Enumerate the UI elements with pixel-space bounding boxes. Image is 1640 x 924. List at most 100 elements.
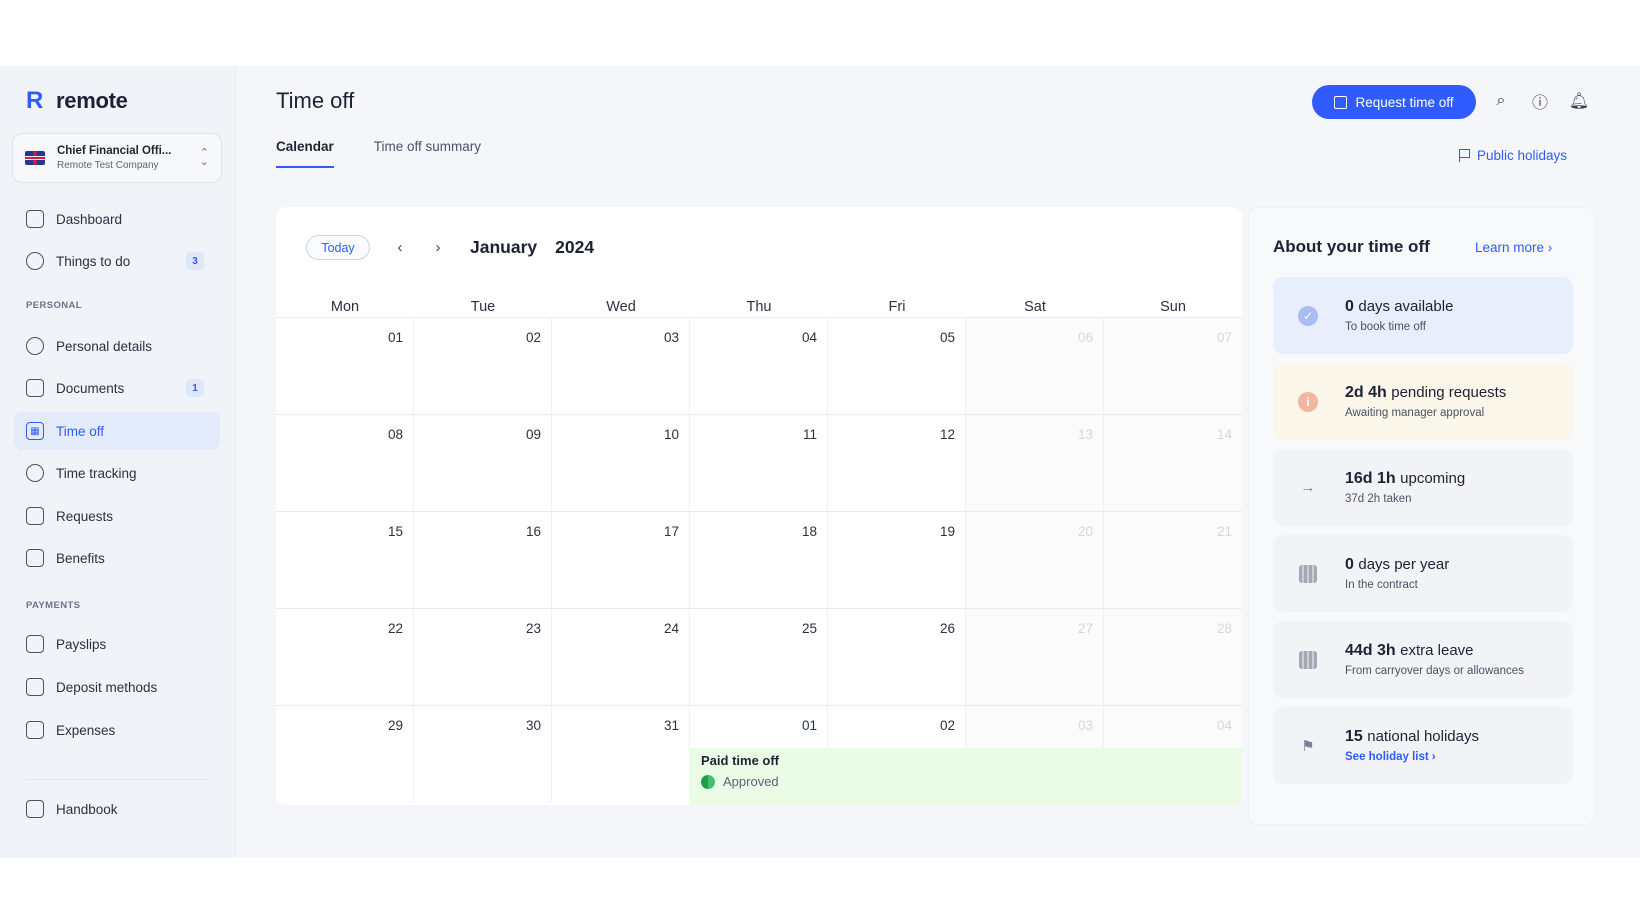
sidebar-item-dashboard[interactable]: Dashboard <box>14 200 220 238</box>
calendar-day-cell[interactable]: 16 <box>414 511 552 608</box>
sidebar-item-things-to-do[interactable]: Things to do 3 <box>14 242 220 280</box>
calendar-day-cell[interactable]: 01 <box>276 317 414 414</box>
calendar-day-cell[interactable]: 28 <box>1104 608 1242 705</box>
sidebar-item-deposit-methods[interactable]: Deposit methods <box>14 668 220 706</box>
event-status-label: Approved <box>723 774 779 789</box>
day-number: 02 <box>525 330 541 345</box>
tab-time-off-summary[interactable]: Time off summary <box>374 139 481 168</box>
card-label: days per year <box>1358 556 1450 573</box>
learn-more-link[interactable]: Learn more › <box>1475 240 1552 255</box>
payslip-icon <box>26 635 44 653</box>
sidebar-item-label: Dashboard <box>56 211 123 227</box>
help-icon[interactable]: ⓘ <box>1529 90 1551 112</box>
days-available-card: ✓ 0 days available To book time off <box>1273 277 1573 354</box>
chevron-left-icon[interactable]: ‹ <box>392 239 408 256</box>
calendar-day-cell[interactable]: 04 <box>690 317 828 414</box>
public-holidays-label: Public holidays <box>1477 148 1568 163</box>
calendar-day-cell[interactable]: 07 <box>1104 317 1242 414</box>
section-label-payments: PAYMENTS <box>26 600 81 611</box>
calendar-day-cell[interactable]: 29 <box>276 705 414 802</box>
card-value: 16d 1h <box>1345 470 1396 487</box>
sidebar-item-payslips[interactable]: Payslips <box>14 625 220 663</box>
account-switcher[interactable]: Chief Financial Offi... Remote Test Comp… <box>12 133 222 183</box>
check-icon: ✓ <box>1289 297 1327 335</box>
card-subtitle: To book time off <box>1345 321 1426 333</box>
day-number: 03 <box>663 330 679 345</box>
sidebar-item-label: Time tracking <box>56 465 137 481</box>
calendar-day-cell[interactable]: 25 <box>690 608 828 705</box>
calendar-day-cell[interactable]: 09 <box>414 414 552 511</box>
calendar-day-cell[interactable]: 22 <box>276 608 414 705</box>
time-off-event[interactable]: Paid time off Approved <box>689 748 1242 805</box>
day-number: 01 <box>387 330 403 345</box>
bell-icon[interactable]: 🔔︎ <box>1568 90 1590 112</box>
card-label: upcoming <box>1400 470 1466 487</box>
calendar-day-cell[interactable]: 05 <box>828 317 966 414</box>
calendar-day-cell[interactable]: 03 <box>552 317 690 414</box>
calendar-day-cell[interactable]: 18 <box>690 511 828 608</box>
sidebar-item-benefits[interactable]: Benefits <box>14 539 220 577</box>
calendar-day-cell[interactable]: 10 <box>552 414 690 511</box>
calendar-day-cell[interactable]: 02 <box>414 317 552 414</box>
tab-calendar[interactable]: Calendar <box>276 139 334 168</box>
calendar-day-cell[interactable]: 30 <box>414 705 552 802</box>
sidebar-item-requests[interactable]: Requests <box>14 497 220 535</box>
event-status: Approved <box>701 774 1230 789</box>
calendar-day-cell[interactable]: 17 <box>552 511 690 608</box>
calendar-day-cell[interactable]: 15 <box>276 511 414 608</box>
day-number: 21 <box>1216 524 1232 539</box>
chevron-right-icon[interactable]: › <box>430 239 446 256</box>
day-number: 03 <box>1077 718 1093 733</box>
request-time-off-label: Request time off <box>1355 94 1454 110</box>
calendar-day-cell[interactable]: 11 <box>690 414 828 511</box>
card-value: 44d 3h <box>1345 642 1396 659</box>
day-number: 13 <box>1077 427 1093 442</box>
see-holiday-list-link[interactable]: See holiday list › <box>1345 751 1479 763</box>
info-icon: i <box>1289 383 1327 421</box>
day-number: 29 <box>387 718 403 733</box>
sidebar-item-documents[interactable]: Documents 1 <box>14 369 220 407</box>
calendar-day-cell[interactable]: 31 <box>552 705 690 802</box>
weekday-header: Tue <box>470 299 496 315</box>
calendar-day-cell[interactable]: 20 <box>966 511 1104 608</box>
gift-icon <box>26 549 44 567</box>
calendar-year: 2024 <box>555 237 595 257</box>
calendar-day-cell[interactable]: 23 <box>414 608 552 705</box>
calendar-day-cell[interactable]: 21 <box>1104 511 1242 608</box>
day-number: 09 <box>525 427 541 442</box>
day-number: 10 <box>663 427 679 442</box>
account-title: Chief Financial Offi... <box>57 145 172 157</box>
sidebar-item-handbook[interactable]: Handbook <box>14 790 220 828</box>
card-subtitle: 37d 2h taken <box>1345 493 1412 505</box>
calendar-month: January <box>470 237 538 257</box>
dashboard-icon <box>26 210 44 228</box>
brand-name: remote <box>56 88 128 113</box>
public-holidays-link[interactable]: Public holidays <box>1459 148 1567 163</box>
day-number: 28 <box>1216 621 1232 636</box>
calendar-day-cell[interactable]: 06 <box>966 317 1104 414</box>
sidebar-item-time-tracking[interactable]: Time tracking <box>14 454 220 492</box>
today-button[interactable]: Today <box>306 235 370 260</box>
sidebar: R remote Chief Financial Offi... Remote … <box>0 66 236 858</box>
calendar-day-cell[interactable]: 08 <box>276 414 414 511</box>
calendar-day-cell[interactable]: 24 <box>552 608 690 705</box>
day-number: 08 <box>387 427 403 442</box>
calendar-icon <box>1289 641 1327 679</box>
calendar-day-cell[interactable]: 27 <box>966 608 1104 705</box>
calendar-day-cell[interactable]: 14 <box>1104 414 1242 511</box>
day-number: 24 <box>663 621 679 636</box>
search-icon[interactable]: ⌕ <box>1490 90 1512 112</box>
request-time-off-button[interactable]: Request time off <box>1312 85 1476 119</box>
sidebar-item-label: Handbook <box>56 801 118 817</box>
card-value: 2d 4h <box>1345 384 1387 401</box>
day-number: 14 <box>1216 427 1232 442</box>
sidebar-item-expenses[interactable]: Expenses <box>14 711 220 749</box>
calendar-day-cell[interactable]: 12 <box>828 414 966 511</box>
sidebar-item-personal-details[interactable]: Personal details <box>14 327 220 365</box>
sidebar-item-time-off[interactable]: ▦ Time off <box>14 412 220 450</box>
calendar-day-cell[interactable]: 19 <box>828 511 966 608</box>
calendar-day-cell[interactable]: 13 <box>966 414 1104 511</box>
brand-logo[interactable]: R remote <box>26 88 128 114</box>
day-number: 11 <box>802 427 817 442</box>
calendar-day-cell[interactable]: 26 <box>828 608 966 705</box>
